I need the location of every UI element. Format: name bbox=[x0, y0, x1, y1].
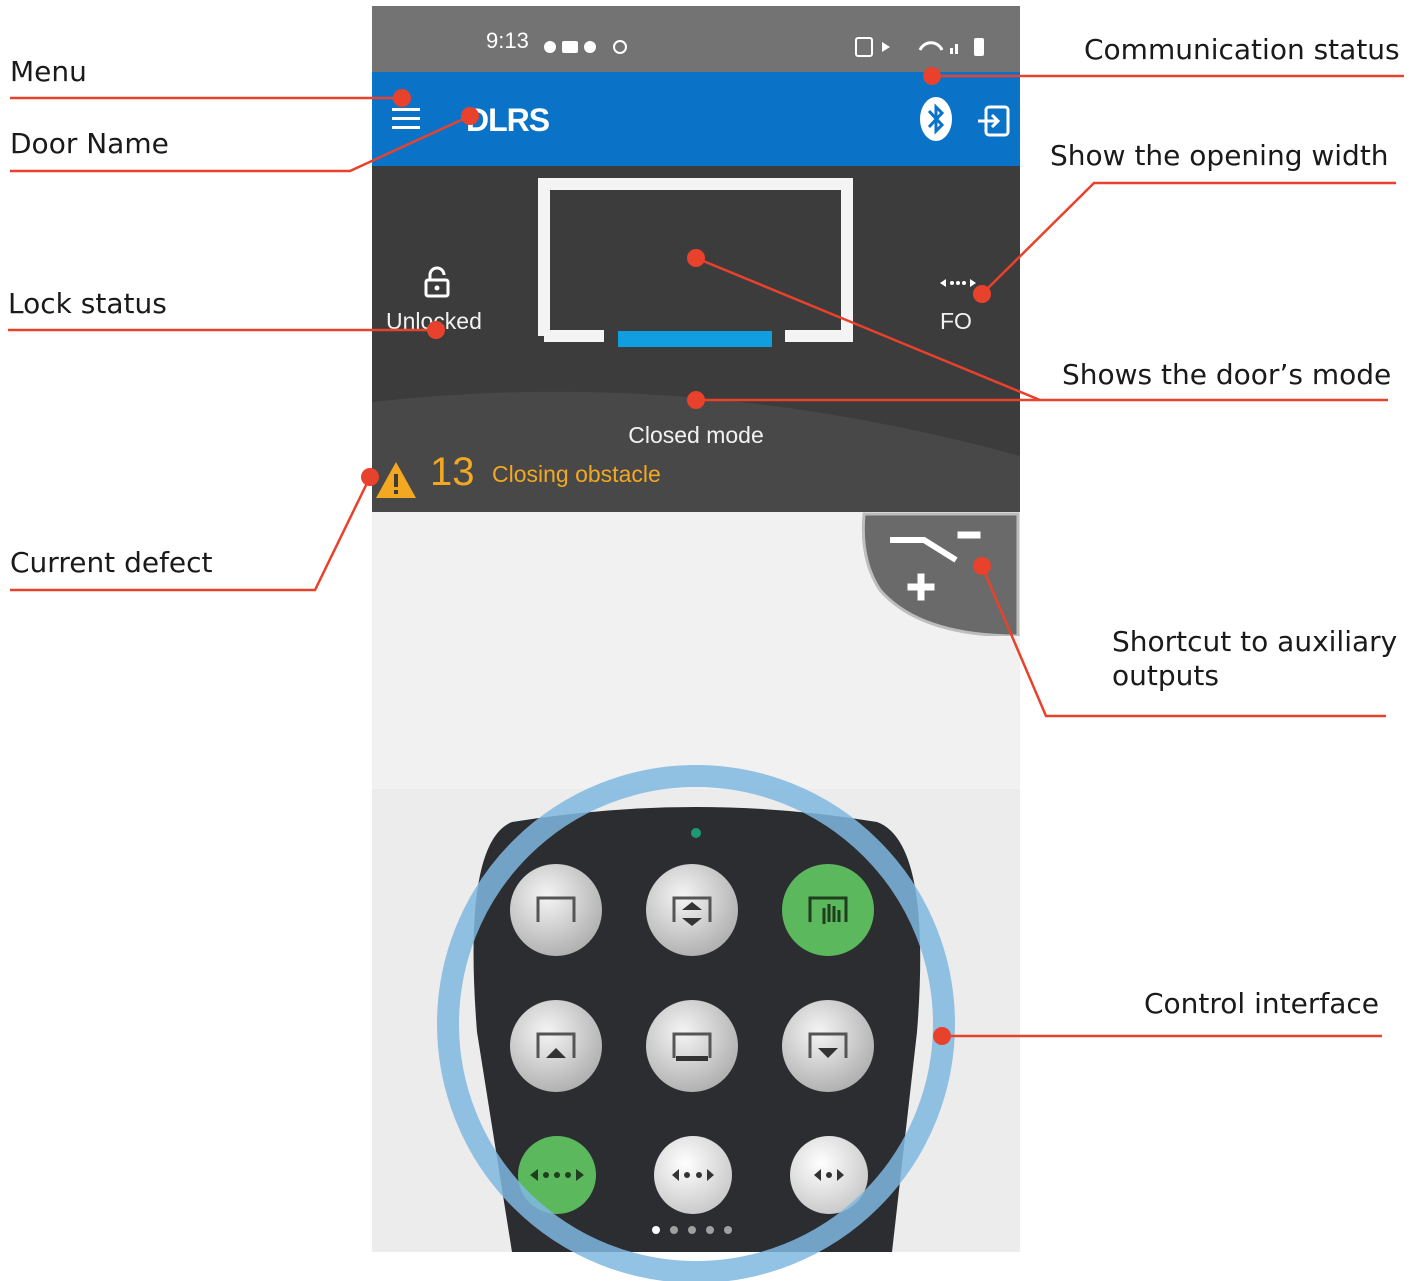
mode-auto-button[interactable] bbox=[646, 864, 738, 956]
mode-entry-only-button[interactable] bbox=[782, 1000, 874, 1092]
lock-status-label: Unlocked bbox=[386, 308, 482, 334]
defect-text: Closing obstacle bbox=[492, 461, 661, 487]
callout-door-name: Door Name bbox=[10, 127, 169, 160]
door-name[interactable]: DLRS bbox=[466, 102, 550, 139]
callout-current-defect: Current defect bbox=[10, 546, 213, 579]
callout-door-mode: Shows the door’s mode bbox=[1062, 358, 1392, 391]
aux-outputs-button[interactable] bbox=[860, 510, 1020, 636]
defect-code: 13 bbox=[430, 450, 475, 494]
width-arrows-icon bbox=[940, 279, 976, 287]
callout-control-interface: Control interface bbox=[1144, 987, 1379, 1020]
menu-icon[interactable] bbox=[390, 104, 426, 134]
mode-manual-button[interactable] bbox=[782, 864, 874, 956]
callout-aux-shortcut: Shortcut to auxiliary outputs bbox=[1112, 625, 1397, 692]
mode-exit-only-button[interactable] bbox=[510, 1000, 602, 1092]
mode-open-button[interactable] bbox=[510, 864, 602, 956]
status-icons bbox=[544, 37, 984, 57]
current-defect[interactable]: 13 Closing obstacle bbox=[372, 450, 1020, 504]
remote-led bbox=[691, 828, 701, 838]
callout-communication-status: Communication status bbox=[1084, 33, 1400, 66]
callout-opening-width: Show the opening width bbox=[1050, 139, 1389, 172]
warning-icon bbox=[376, 462, 416, 498]
app-bar: DLRS bbox=[372, 72, 1020, 166]
callout-aux-shortcut-line2: outputs bbox=[1112, 658, 1219, 692]
status-bar: 9:13 bbox=[372, 6, 1020, 72]
logout-icon[interactable] bbox=[976, 104, 1012, 140]
width-full-button[interactable] bbox=[518, 1136, 596, 1214]
callout-lock-status: Lock status bbox=[8, 287, 167, 320]
lock-open-icon bbox=[424, 266, 450, 298]
leader-opening-width bbox=[981, 181, 1396, 295]
width-reduced-button[interactable] bbox=[790, 1136, 868, 1214]
callout-aux-shortcut-line1: Shortcut to auxiliary bbox=[1112, 625, 1398, 658]
phone-screen: 9:13 DLRS Unlocked FO Closed mode 13 Clo… bbox=[372, 6, 1020, 1252]
callout-menu: Menu bbox=[10, 55, 87, 88]
width-medium-button[interactable] bbox=[654, 1136, 732, 1214]
page-indicator[interactable] bbox=[650, 1223, 740, 1237]
bluetooth-icon[interactable] bbox=[918, 96, 954, 142]
status-panel: Unlocked FO Closed mode 13 Closing obsta… bbox=[372, 166, 1020, 512]
mode-closed-button[interactable] bbox=[646, 1000, 738, 1092]
door-frame bbox=[538, 178, 853, 342]
door-mode-label: Closed mode bbox=[628, 422, 764, 448]
door-leaf bbox=[618, 331, 772, 347]
opening-width-label: FO bbox=[940, 308, 972, 334]
